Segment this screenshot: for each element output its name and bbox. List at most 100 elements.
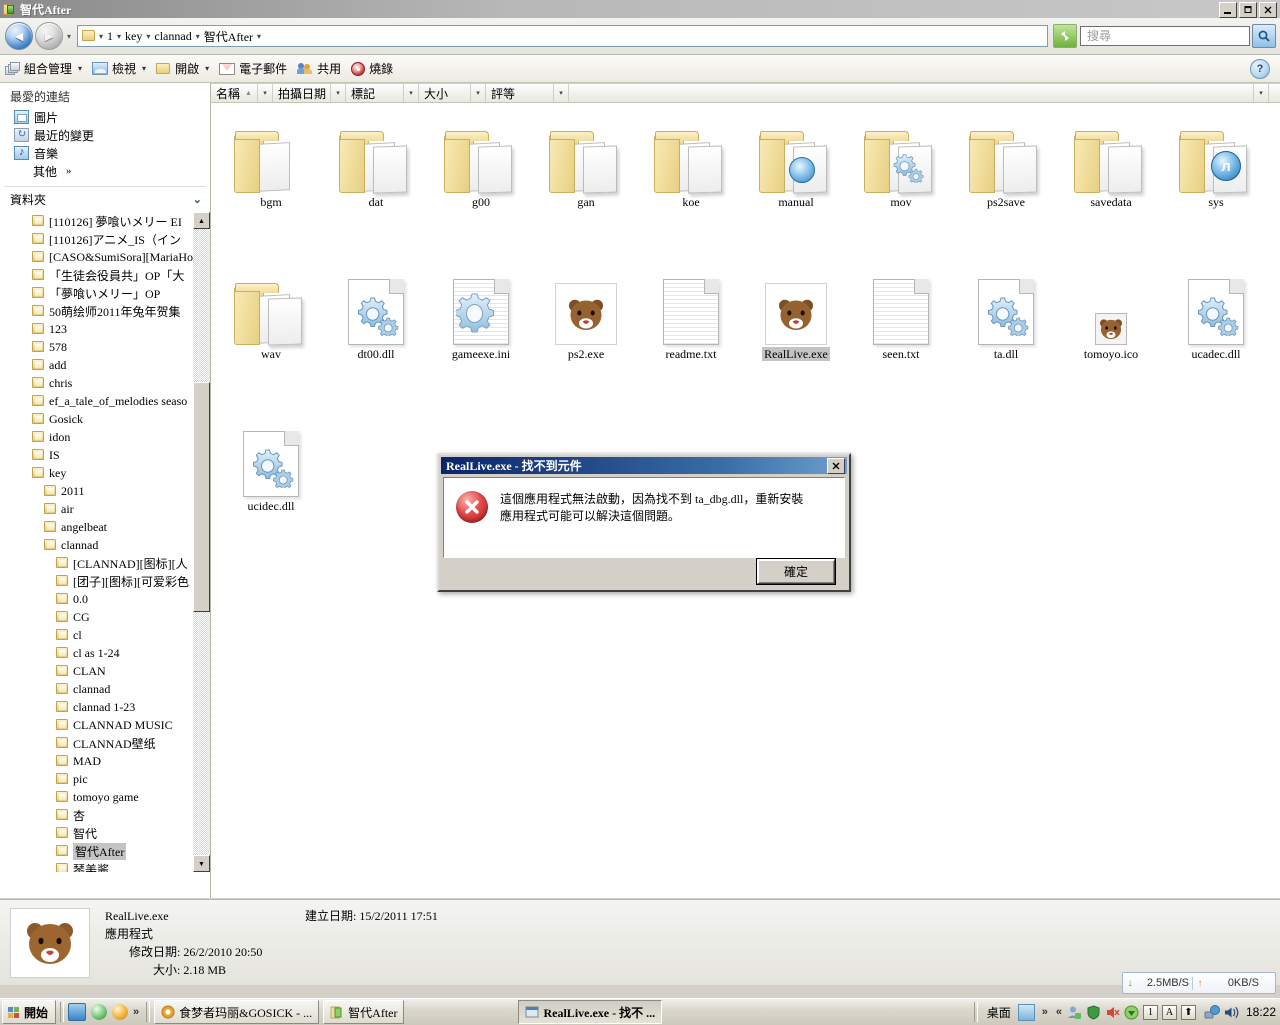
tree-node[interactable]: 智代 (0, 824, 210, 842)
tree-node[interactable]: 「夢喰いメリー」OP (0, 284, 210, 302)
column-filter-dropdown[interactable]: ▾ (330, 84, 345, 102)
show-desktop-icon[interactable] (68, 1003, 87, 1021)
tree-node[interactable]: IS (0, 446, 210, 464)
tree-node[interactable]: [110126]アニメ_IS（イン (0, 230, 210, 248)
tree-node[interactable]: 50萌绘师2011年兔年贺集 (0, 302, 210, 320)
file-item[interactable]: ucidec.dll (217, 407, 325, 514)
file-item[interactable]: dt00.dll (322, 255, 430, 362)
tree-node[interactable]: MAD (0, 752, 210, 770)
tree-node[interactable]: 杏 (0, 806, 210, 824)
taskbar-button[interactable]: 智代After (323, 1000, 405, 1024)
volume-mute-icon[interactable] (1105, 1005, 1120, 1020)
tree-node[interactable]: angelbeat (0, 518, 210, 536)
sidebar-item-music[interactable]: 音樂 (0, 144, 210, 162)
file-item[interactable]: ps2save (952, 103, 1060, 210)
file-item[interactable]: readme.txt (637, 255, 745, 362)
network-icon[interactable] (1204, 1004, 1220, 1020)
toolbar-share[interactable]: 共用 (292, 58, 346, 80)
folder-tree[interactable]: [110126] 夢喰いメリー EI [110126]アニメ_IS（イン [CASO… (0, 212, 210, 872)
chevron-down-icon[interactable]: ⌄ (193, 193, 202, 206)
dialog-close-button[interactable] (827, 457, 845, 474)
search-input[interactable] (1080, 26, 1250, 46)
breadcrumb-sep[interactable]: ▾ (256, 32, 262, 41)
help-button[interactable]: ? (1250, 59, 1270, 79)
close-button[interactable] (1259, 2, 1277, 18)
tree-node[interactable]: CLAN (0, 662, 210, 680)
file-item[interactable]: л sys (1162, 103, 1270, 210)
tree-node[interactable]: clannad (0, 680, 210, 698)
tree-node[interactable]: air (0, 500, 210, 518)
file-item[interactable]: RealLive.exe (742, 255, 850, 362)
toolbar-email[interactable]: 電子郵件 (214, 58, 292, 80)
tree-node[interactable]: pic (0, 770, 210, 788)
tree-node[interactable]: chris (0, 374, 210, 392)
volume-icon[interactable] (1223, 1005, 1239, 1020)
sidebar-item-recent-changes[interactable]: 最近的變更 (0, 126, 210, 144)
ime-mode-box-3[interactable]: ⬆ (1180, 1004, 1196, 1020)
dialog-ok-button[interactable]: 確定 (756, 558, 836, 585)
toolbar-views[interactable]: 檢視 ▾ (87, 58, 151, 80)
column-filter-dropdown[interactable]: ▾ (403, 84, 418, 102)
tree-node[interactable]: 琴美酱 (0, 860, 210, 872)
toolbar-burn[interactable]: 燒錄 (346, 58, 398, 80)
tree-node[interactable]: ef_a_tale_of_melodies seaso (0, 392, 210, 410)
tree-node[interactable]: key (0, 464, 210, 482)
column-header[interactable]: 名稱 ▲ ▾ (211, 84, 273, 102)
column-filter-dropdown[interactable]: ▾ (470, 84, 485, 102)
tree-node[interactable]: cl as 1-24 (0, 644, 210, 662)
browser-icon[interactable] (112, 1004, 129, 1020)
start-button[interactable]: 開始 (2, 1000, 57, 1024)
file-item[interactable]: ta.dll (952, 255, 1060, 362)
file-item[interactable]: tomoyo.ico (1057, 255, 1165, 362)
tree-node[interactable]: [110126] 夢喰いメリー EI (0, 212, 210, 230)
update-arrow-icon[interactable] (1124, 1005, 1139, 1020)
column-filter-dropdown[interactable]: ▾ (553, 84, 568, 102)
file-item[interactable]: seen.txt (847, 255, 955, 362)
tree-node[interactable]: 0.0 (0, 590, 210, 608)
desktop-peek-icon[interactable] (1017, 1003, 1035, 1021)
tree-node[interactable]: CLANNAD MUSIC (0, 716, 210, 734)
tree-scrollbar[interactable]: ▲ ▼ (193, 212, 210, 872)
tree-node[interactable]: 「生徒会役員共」OP「大 (0, 266, 210, 284)
maximize-button[interactable] (1239, 2, 1257, 18)
column-header[interactable]: ▾ (569, 84, 1269, 102)
taskbar-button[interactable]: RealLive.exe - 找不 ... (518, 1000, 663, 1024)
scroll-up-button[interactable]: ▲ (193, 212, 210, 229)
scroll-down-button[interactable]: ▼ (193, 855, 210, 872)
tree-node[interactable]: [CLANNAD][图标][人 (0, 554, 210, 572)
tree-node[interactable]: add (0, 356, 210, 374)
file-item[interactable]: bgm (217, 103, 325, 210)
quick-launch[interactable] (68, 1003, 129, 1021)
tree-node[interactable]: CLANNAD壁纸 (0, 734, 210, 752)
folders-header[interactable]: 資料夾 ⌄ (0, 187, 210, 212)
ime-mode-box-2[interactable]: A (1161, 1004, 1177, 1020)
tree-node[interactable]: clannad 1-23 (0, 698, 210, 716)
breadcrumb-item-4[interactable]: 智代After (201, 27, 256, 46)
minimize-button[interactable] (1219, 2, 1237, 18)
breadcrumb-item-2[interactable]: key (122, 28, 145, 45)
tree-node[interactable]: CG (0, 608, 210, 626)
file-item[interactable]: ps2.exe (532, 255, 640, 362)
file-item[interactable]: ucadec.dll (1162, 255, 1270, 362)
sidebar-item-more[interactable]: 其他 » (0, 162, 210, 180)
tree-node[interactable]: idon (0, 428, 210, 446)
security-shield-icon[interactable] (1086, 1004, 1101, 1020)
tray-collapse-icon[interactable]: « (1056, 1006, 1062, 1018)
recent-pages-dropdown[interactable]: ▾ (63, 23, 75, 49)
scrollbar-thumb[interactable] (193, 382, 210, 612)
sidebar-item-pictures[interactable]: 圖片 (0, 108, 210, 126)
breadcrumb[interactable]: ▾ 1 ▾ key ▾ clannad ▾ 智代After ▾ (77, 25, 1048, 47)
clock[interactable]: 18:22 (1246, 1005, 1276, 1019)
taskbar-button[interactable]: 食梦者玛丽&GOSICK - ... (154, 1000, 320, 1024)
desktop-toolbar-label[interactable]: 桌面 (982, 1004, 1016, 1021)
file-item[interactable]: dat (322, 103, 430, 210)
tree-node[interactable]: 123 (0, 320, 210, 338)
file-item[interactable]: wav (217, 255, 325, 362)
error-dialog[interactable]: RealLive.exe - 找不到元件 這個應用程式無法啟動，因為找不到 ta… (437, 453, 851, 592)
search-magnifier-icon[interactable] (1252, 24, 1276, 48)
toolbar-open[interactable]: 開啟 ▾ (151, 58, 214, 80)
tree-node[interactable]: [CASO&SumiSora][MariaHo (0, 248, 210, 266)
file-item[interactable]: gameexe.ini (427, 255, 535, 362)
column-header[interactable]: 評等 ▾ (486, 84, 569, 102)
tree-node[interactable]: clannad (0, 536, 210, 554)
